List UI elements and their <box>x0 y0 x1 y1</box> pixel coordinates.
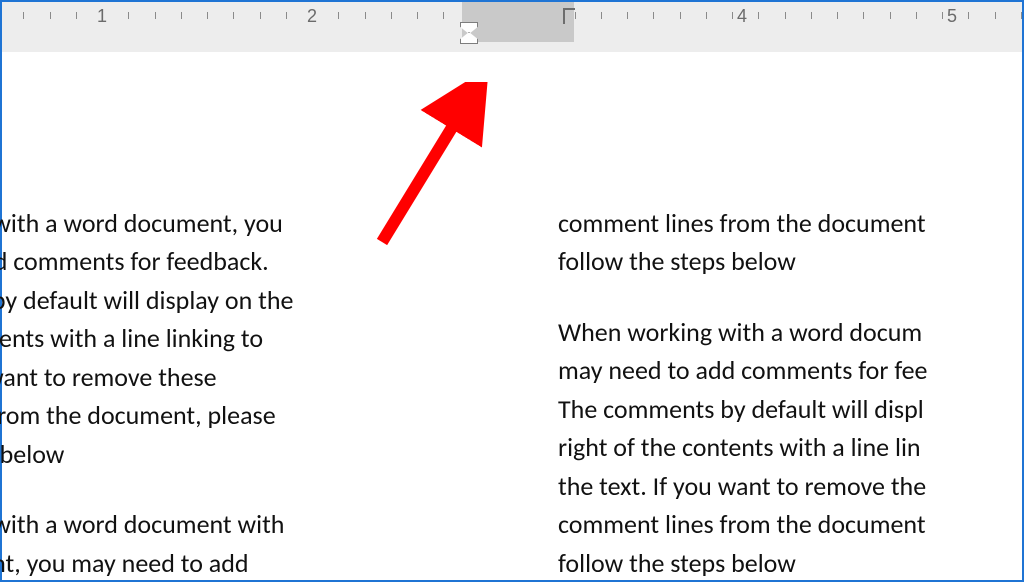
ruler-tick <box>995 12 996 19</box>
ruler-tick <box>23 12 24 19</box>
ruler-tick <box>260 12 261 19</box>
ruler-tick <box>732 12 733 19</box>
document-canvas[interactable]: orking with a word document, you d to ad… <box>2 52 1022 580</box>
ruler-number: 5 <box>947 6 957 27</box>
ruler-tick <box>785 12 786 19</box>
ruler-tick <box>443 12 444 19</box>
ruler-tick <box>811 12 812 19</box>
ruler-tick <box>338 12 339 19</box>
ruler-tick <box>50 12 51 19</box>
ruler-tick <box>837 12 838 19</box>
ruler-tick <box>863 12 864 19</box>
ruler-tick <box>653 12 654 19</box>
paragraph: When working with a word docum may need … <box>558 313 1024 582</box>
ruler-tick <box>1021 12 1022 19</box>
ruler-column-gap[interactable] <box>462 2 574 42</box>
ruler-number: 2 <box>307 6 317 27</box>
ruler-tick <box>233 12 234 19</box>
ruler-tick <box>155 12 156 19</box>
paragraph: orking with a word document with ocument… <box>0 505 450 582</box>
ruler-number: 1 <box>97 6 107 27</box>
ruler-tick <box>391 12 392 19</box>
text-column-right: comment lines from the document follow t… <box>558 204 1024 582</box>
tab-stop-marker[interactable] <box>563 8 575 24</box>
ruler-tick <box>942 12 943 19</box>
ruler-tick <box>417 12 418 19</box>
paragraph: orking with a word document, you d to ad… <box>0 204 450 473</box>
ruler-tick <box>181 12 182 19</box>
ruler-tick <box>680 12 681 19</box>
ruler-tick <box>76 12 77 19</box>
ruler-number: 4 <box>737 6 747 27</box>
ruler-tick <box>916 12 917 19</box>
ruler-tick <box>128 12 129 19</box>
ruler-tick <box>968 12 969 19</box>
word-window-frame: 1 2 4 5 orking with a word document, you d … <box>0 0 1024 582</box>
ruler-tick <box>890 12 891 19</box>
ruler-tick <box>627 12 628 19</box>
ruler-tick <box>207 12 208 19</box>
ruler-tick <box>286 12 287 19</box>
ruler-tick <box>758 12 759 19</box>
ruler-tick <box>365 12 366 19</box>
ruler-tick <box>706 12 707 19</box>
paragraph: comment lines from the document follow t… <box>558 204 1024 281</box>
text-column-left: orking with a word document, you d to ad… <box>0 204 450 582</box>
horizontal-ruler[interactable]: 1 2 4 5 <box>2 2 1022 53</box>
ruler-tick <box>601 12 602 19</box>
